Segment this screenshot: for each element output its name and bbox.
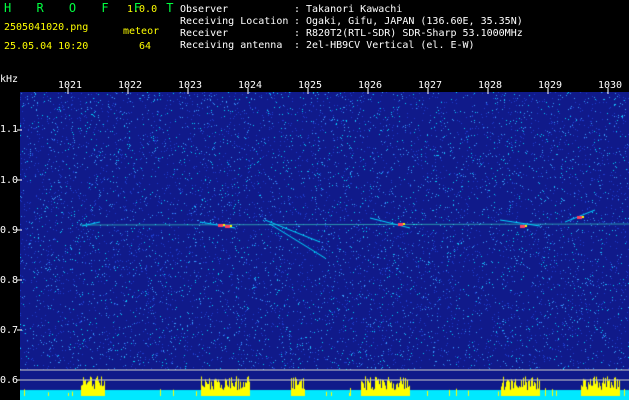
info-key-antenna: Receiving antenna [180,40,283,51]
detection-label: meteor [123,26,160,37]
y-tick-label: 0.8 [0,275,19,286]
y-tick-label: 1.1 [0,124,19,135]
file-datetime: 25.05.04 10:20 [4,41,89,52]
spectrogram-grid [17,88,629,381]
info-key-receiver: Receiver [180,28,229,39]
info-sep: : [294,4,301,15]
y-unit-label: kHz [0,74,19,85]
info-sep: : [294,28,301,39]
info-value-antenna: 2el-HB9CV Vertical (el. E-W) [306,40,475,51]
x-tick-label: 1026 [358,80,383,91]
y-tick-label: 0.6 [0,375,19,386]
info-sep: : [294,40,301,51]
info-value-location: Ogaki, Gifu, JAPAN (136.60E, 35.35N) [306,16,523,27]
y-tick-label: 0.7 [0,325,19,336]
file-name: 2505041020.png [4,22,89,33]
header-panel: H R O F F T 1.0.0 2505041020.png meteor … [0,0,629,76]
x-tick-label: 1030 [598,80,623,91]
info-key-location: Receiving Location [180,16,289,27]
x-tick-label: 1028 [478,80,503,91]
x-tick-label: 1021 [58,80,83,91]
x-tick-label: 1022 [118,80,143,91]
y-tick-label: 0.9 [0,225,19,236]
info-key-observer: Observer [180,4,229,15]
info-sep: : [294,16,301,27]
x-tick-label: 1025 [298,80,323,91]
x-tick-label: 1027 [418,80,443,91]
y-tick-label: 1.0 [0,175,19,186]
detection-count: 64 [139,41,152,52]
x-tick-label: 1023 [178,80,203,91]
x-tick-label: 1029 [538,80,563,91]
info-value-observer: Takanori Kawachi [306,4,403,15]
info-value-receiver: R820T2(RTL-SDR) SDR-Sharp 53.1000MHz [306,28,523,39]
app-version: 1.0.0 [127,4,158,15]
x-tick-label: 1024 [238,80,263,91]
